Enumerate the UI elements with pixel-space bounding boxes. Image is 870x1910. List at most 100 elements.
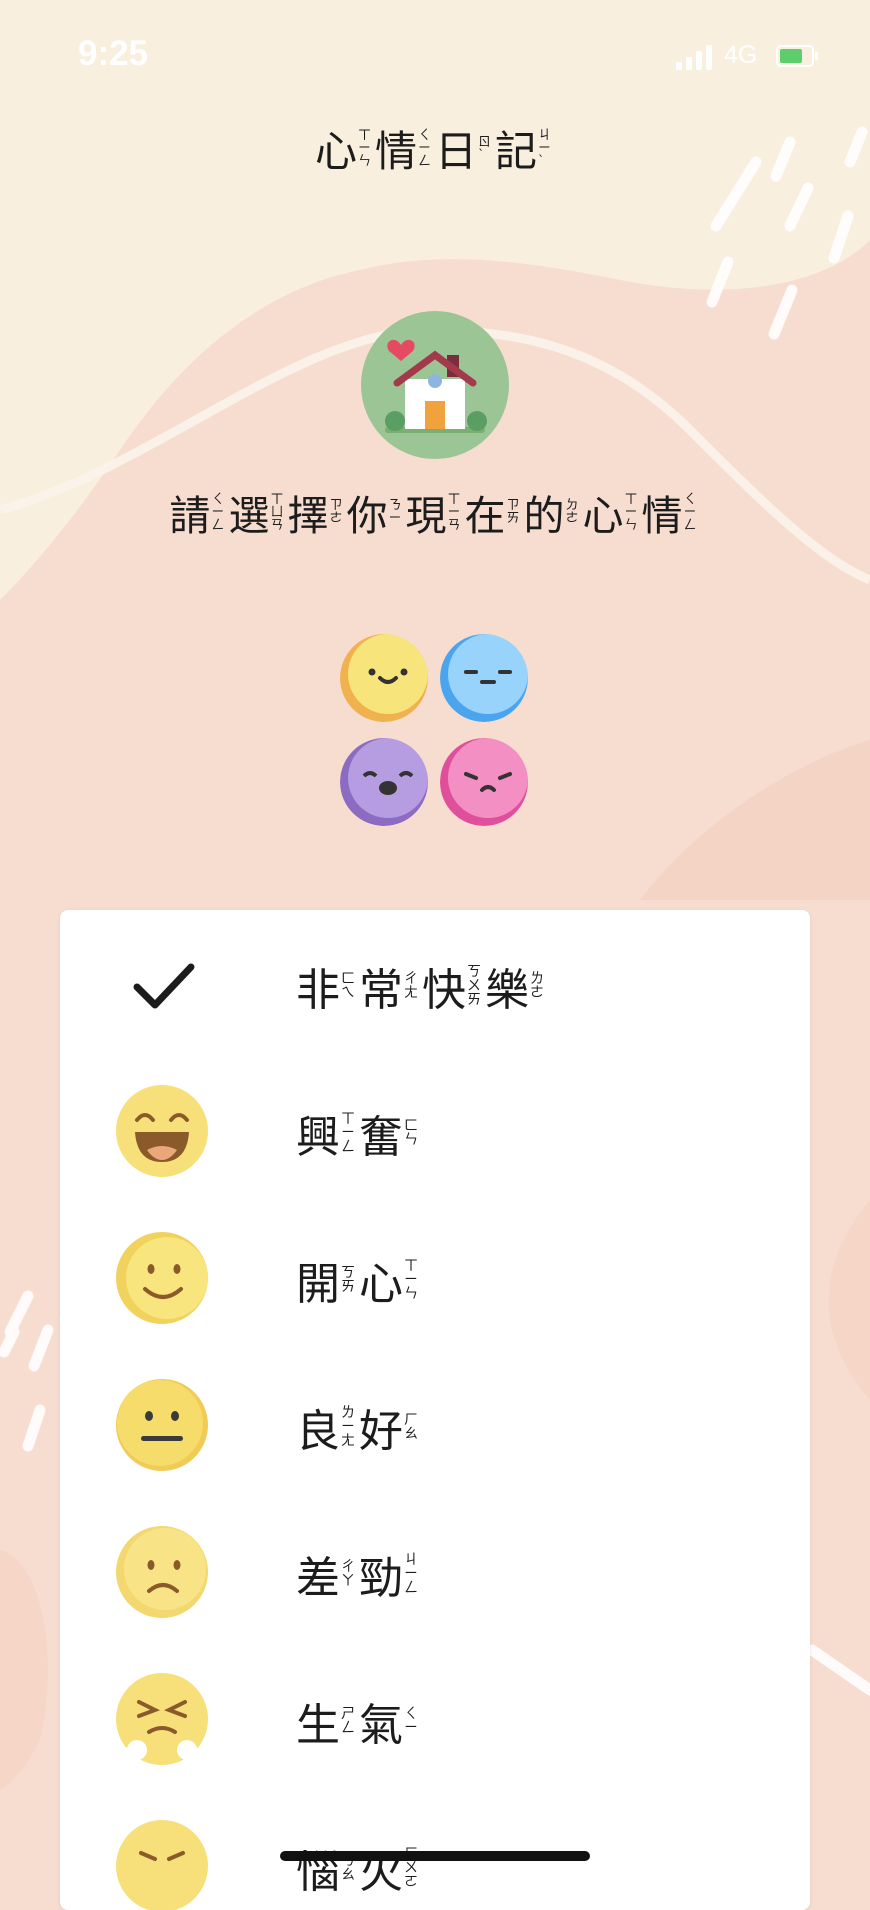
- han-character: 擇: [287, 492, 329, 540]
- bopomofo-symbol: ㄧ: [447, 504, 461, 520]
- cellular-signal-icon: [676, 44, 714, 70]
- zhuyin-character: 請ㄑㄧㄥ: [169, 482, 224, 542]
- checkmark-icon: [115, 937, 209, 1031]
- han-character: 惱: [296, 1847, 340, 1898]
- bopomofo-symbol: ㄒ: [341, 1111, 355, 1127]
- zhuyin-character: 心ㄒㄧㄣ: [583, 482, 638, 542]
- bopomofo-symbol: ㄢ: [447, 517, 461, 533]
- zhuyin-character: 常ㄔㄤ: [359, 954, 418, 1018]
- bopomofo-annotation: ㄏㄠ: [404, 1413, 418, 1441]
- bopomofo-symbol: ㄒ: [270, 491, 284, 507]
- bopomofo-annotation: ㄑㄧㄥ: [211, 493, 224, 532]
- bopomofo-annotation: ㄔㄚ: [341, 1560, 355, 1588]
- sad-face-icon: [115, 1525, 209, 1619]
- bopomofo-symbol: ㄎ: [467, 964, 481, 980]
- zhuyin-character: 勁ㄐㄧㄥ: [359, 1542, 418, 1606]
- zhuyin-character: 非ㄈㄟ: [296, 954, 355, 1018]
- happy-yellow-face-icon: [340, 634, 428, 722]
- zhuyin-character: 記ㄐㄧˋ: [495, 118, 551, 179]
- pink-angry-face-icon: [440, 738, 528, 826]
- neutral-face-icon: [115, 1378, 209, 1472]
- han-character: 情: [374, 127, 417, 176]
- mood-options-list: 非ㄈㄟ常ㄔㄤ快ㄎㄨㄞ樂ㄌㄜ 興ㄒㄧㄥ奮ㄈㄣ 開ㄎㄞ心ㄒㄧㄣ 良 ㄌ ㄧ ㄤ 好 …: [60, 910, 810, 1910]
- bopomofo-symbol: ㄔ: [404, 971, 418, 987]
- bopomofo-symbol: ㄐ: [404, 1552, 418, 1568]
- bopomofo-annotation: ㄒㄧㄣ: [625, 493, 638, 532]
- zhuyin-character: 好ㄏㄠ: [359, 1395, 418, 1459]
- bopomofo-symbol: ㄨ: [404, 1860, 418, 1876]
- battery-icon: [776, 45, 818, 67]
- bopomofo-annotation: ㄐㄧˋ: [538, 129, 551, 168]
- bopomofo-annotation: ㄑㄧ: [404, 1707, 418, 1735]
- bopomofo-symbol: ㄜ: [565, 511, 579, 526]
- zhuyin-character: 快ㄎㄨㄞ: [422, 954, 481, 1018]
- bopomofo-annotation: ㄎㄨㄞ: [467, 965, 481, 1007]
- bopomofo-symbol: ㄕ: [341, 1706, 355, 1722]
- home-indicator[interactable]: [280, 1851, 590, 1861]
- han-character: 生: [296, 1700, 340, 1751]
- bopomofo-annotation: ㄔㄤ: [404, 972, 418, 1000]
- bopomofo-symbol: ㄎ: [341, 1265, 355, 1281]
- han-character: 奮: [359, 1112, 403, 1163]
- network-type: 4G: [724, 41, 758, 69]
- mood-option-good[interactable]: 良ㄌㄧㄤ好ㄏㄠ: [60, 1351, 810, 1498]
- mood-label: 良ㄌㄧㄤ好ㄏㄠ: [296, 1395, 422, 1459]
- status-bar: 9:25 4G: [0, 0, 870, 110]
- zhuyin-character: 現ㄒㄧㄢ: [405, 482, 460, 542]
- han-character: 快: [422, 965, 466, 1016]
- bopomofo-symbol: ㄒ: [447, 491, 461, 507]
- furious-face-icon: [115, 1819, 209, 1910]
- bopomofo-symbol: ㄌ: [530, 971, 544, 987]
- bopomofo-symbol: ㄥ: [211, 517, 225, 533]
- bopomofo-symbol: ㄑ: [404, 1706, 418, 1722]
- purple-face-icon: [340, 738, 428, 826]
- bopomofo-symbol: ㄔ: [341, 1559, 355, 1575]
- mood-option-very-happy[interactable]: 非ㄈㄟ常ㄔㄤ快ㄎㄨㄞ樂ㄌㄜ: [60, 910, 810, 1057]
- bopomofo-symbol: ㄧ: [404, 1720, 418, 1736]
- han-character: 在: [464, 492, 506, 540]
- bopomofo-symbol: ㄌ: [341, 1405, 355, 1421]
- bopomofo-symbol: ㄈ: [341, 971, 355, 987]
- bopomofo-annotation: ㄑㄧㄥ: [418, 129, 431, 168]
- han-character: 現: [405, 492, 447, 540]
- han-character: 開: [296, 1259, 340, 1310]
- zhuyin-character: 擇ㄗㄜ: [287, 482, 342, 542]
- bopomofo-annotation: ㄌㄧㄤ: [341, 1406, 355, 1448]
- prompt-text: 請ㄑㄧㄥ選ㄒㄩㄢ擇ㄗㄜ你ㄋㄧ現ㄒㄧㄢ在ㄗㄞ的ㄉㄜ心ㄒㄧㄣ情ㄑㄧㄥ: [0, 482, 870, 542]
- zhuyin-character: 的ㄉㄜ: [524, 482, 579, 542]
- han-character: 心: [314, 127, 357, 176]
- mood-label: 生ㄕㄥ氣ㄑㄧ: [296, 1689, 422, 1753]
- mood-option-angry[interactable]: 生ㄕㄥ氣ㄑㄧ: [60, 1645, 810, 1792]
- mood-option-excited[interactable]: 興ㄒㄧㄥ奮ㄈㄣ: [60, 1057, 810, 1204]
- bopomofo-symbol: ㄏ: [404, 1412, 418, 1428]
- bopomofo-symbol: ㄣ: [624, 517, 638, 533]
- han-character: 差: [296, 1553, 340, 1604]
- han-character: 良: [296, 1406, 340, 1457]
- bopomofo-annotation: ㄑㄧㄥ: [684, 493, 697, 532]
- bopomofo-annotation: ㄕㄥ: [341, 1707, 355, 1735]
- bopomofo-symbol: ㄜ: [329, 511, 343, 526]
- bopomofo-symbol: ㄛ: [404, 1874, 418, 1890]
- bopomofo-symbol: ㄢ: [270, 517, 284, 533]
- zhuyin-character: 選ㄒㄩㄢ: [228, 482, 283, 542]
- bopomofo-annotation: ㄒㄧㄣ: [358, 129, 371, 168]
- angry-face-icon: [115, 1672, 209, 1766]
- han-character: 好: [359, 1406, 403, 1457]
- bopomofo-symbol: ㄥ: [683, 517, 697, 533]
- han-character: 的: [523, 492, 565, 540]
- mood-option-happy[interactable]: 開ㄎㄞ心ㄒㄧㄣ: [60, 1204, 810, 1351]
- zhuyin-character: 惱ㄋㄠ: [296, 1836, 355, 1900]
- bopomofo-symbol: ㄧ: [404, 1566, 418, 1582]
- bopomofo-symbol: ㄥ: [341, 1720, 355, 1736]
- mood-option-bad[interactable]: 差ㄔㄚ勁ㄐㄧㄥ: [60, 1498, 810, 1645]
- smiling-face-icon: [115, 1231, 209, 1325]
- zhuyin-character: 情ㄑㄧㄥ: [642, 482, 697, 542]
- bopomofo-symbol: ㄧ: [624, 504, 638, 520]
- han-character: 心: [359, 1259, 403, 1310]
- bopomofo-annotation: ㄒㄧㄢ: [447, 493, 460, 532]
- bopomofo-annotation: ㄎㄞ: [341, 1266, 355, 1294]
- zhuyin-character: 樂ㄌㄜ: [485, 954, 544, 1018]
- mood-label: 興ㄒㄧㄥ奮ㄈㄣ: [296, 1101, 422, 1165]
- han-character: 記: [495, 127, 538, 176]
- bopomofo-symbol: ㄥ: [417, 154, 431, 169]
